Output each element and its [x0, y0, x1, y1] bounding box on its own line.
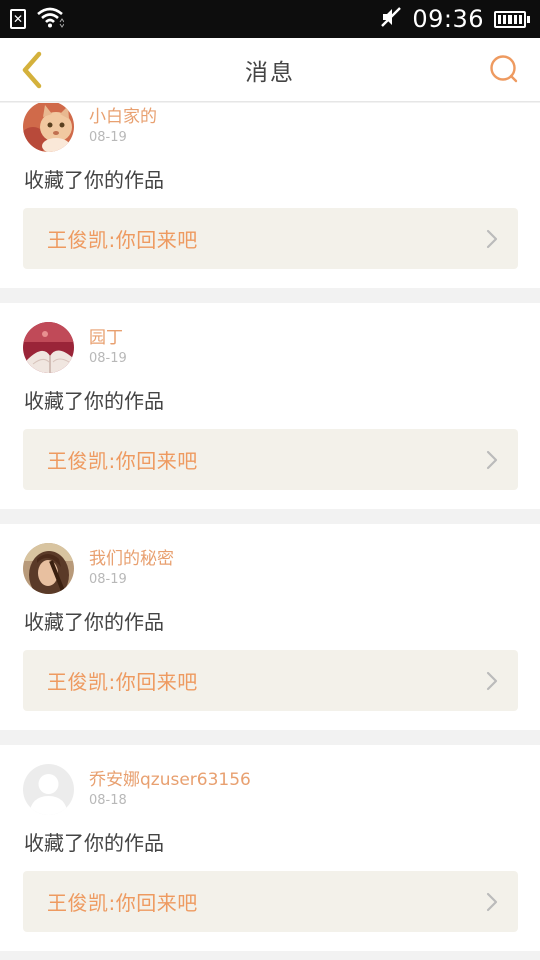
username[interactable]: 小白家的 — [89, 106, 157, 128]
battery-icon — [494, 10, 530, 28]
work-title: 王俊凯:你回来吧 — [47, 670, 198, 694]
chevron-right-icon — [486, 892, 498, 912]
mute-icon — [380, 6, 402, 32]
work-title: 王俊凯:你回来吧 — [47, 449, 198, 473]
avatar[interactable] — [23, 321, 74, 373]
username[interactable]: 我们的秘密 — [89, 548, 174, 570]
avatar[interactable] — [23, 103, 74, 152]
girl-photo-avatar — [23, 542, 74, 594]
status-bar: ✕ 09:36 — [0, 0, 540, 38]
message-card: 园丁 08-19 收藏了你的作品 王俊凯:你回来吧 — [0, 303, 540, 509]
search-button[interactable] — [482, 48, 526, 92]
action-text: 收藏了你的作品 — [24, 831, 164, 855]
message-feed[interactable]: 小白家的 08-19 收藏了你的作品 王俊凯:你回来吧 园丁 08-19 收藏了… — [0, 103, 540, 960]
page-title: 消息 — [245, 59, 295, 86]
message-date: 08-18 — [89, 792, 127, 808]
search-icon — [490, 55, 518, 83]
chevron-right-icon — [486, 450, 498, 470]
chevron-right-icon — [486, 671, 498, 691]
sim-card-icon: ✕ — [10, 9, 26, 29]
work-title: 王俊凯:你回来吧 — [47, 228, 198, 252]
cat-photo-avatar — [23, 103, 74, 152]
message-date: 08-19 — [89, 350, 127, 366]
message-date: 08-19 — [89, 129, 127, 145]
username[interactable]: 园丁 — [89, 327, 127, 349]
action-text: 收藏了你的作品 — [24, 389, 164, 413]
app-header: 消息 — [0, 38, 540, 102]
chevron-left-icon — [22, 51, 42, 89]
work-link[interactable]: 王俊凯:你回来吧 — [23, 429, 518, 490]
work-link[interactable]: 王俊凯:你回来吧 — [23, 208, 518, 269]
message-card: 小白家的 08-19 收藏了你的作品 王俊凯:你回来吧 — [0, 103, 540, 288]
message-card: 我们的秘密 08-19 收藏了你的作品 王俊凯:你回来吧 — [0, 524, 540, 730]
avatar[interactable] — [23, 763, 74, 815]
work-link[interactable]: 王俊凯:你回来吧 — [23, 650, 518, 711]
action-text: 收藏了你的作品 — [24, 610, 164, 634]
book-photo-avatar — [23, 321, 74, 373]
action-text: 收藏了你的作品 — [24, 168, 164, 192]
status-time: 09:36 — [412, 5, 484, 33]
wifi-icon — [36, 6, 65, 32]
chevron-right-icon — [486, 229, 498, 249]
avatar[interactable] — [23, 542, 74, 594]
message-date: 08-19 — [89, 571, 127, 587]
username[interactable]: 乔安娜qzuser63156 — [89, 769, 251, 791]
back-button[interactable] — [10, 48, 54, 92]
default-user-avatar — [23, 763, 74, 815]
message-card: 乔安娜qzuser63156 08-18 收藏了你的作品 王俊凯:你回来吧 — [0, 745, 540, 951]
work-title: 王俊凯:你回来吧 — [47, 891, 198, 915]
work-link[interactable]: 王俊凯:你回来吧 — [23, 871, 518, 932]
